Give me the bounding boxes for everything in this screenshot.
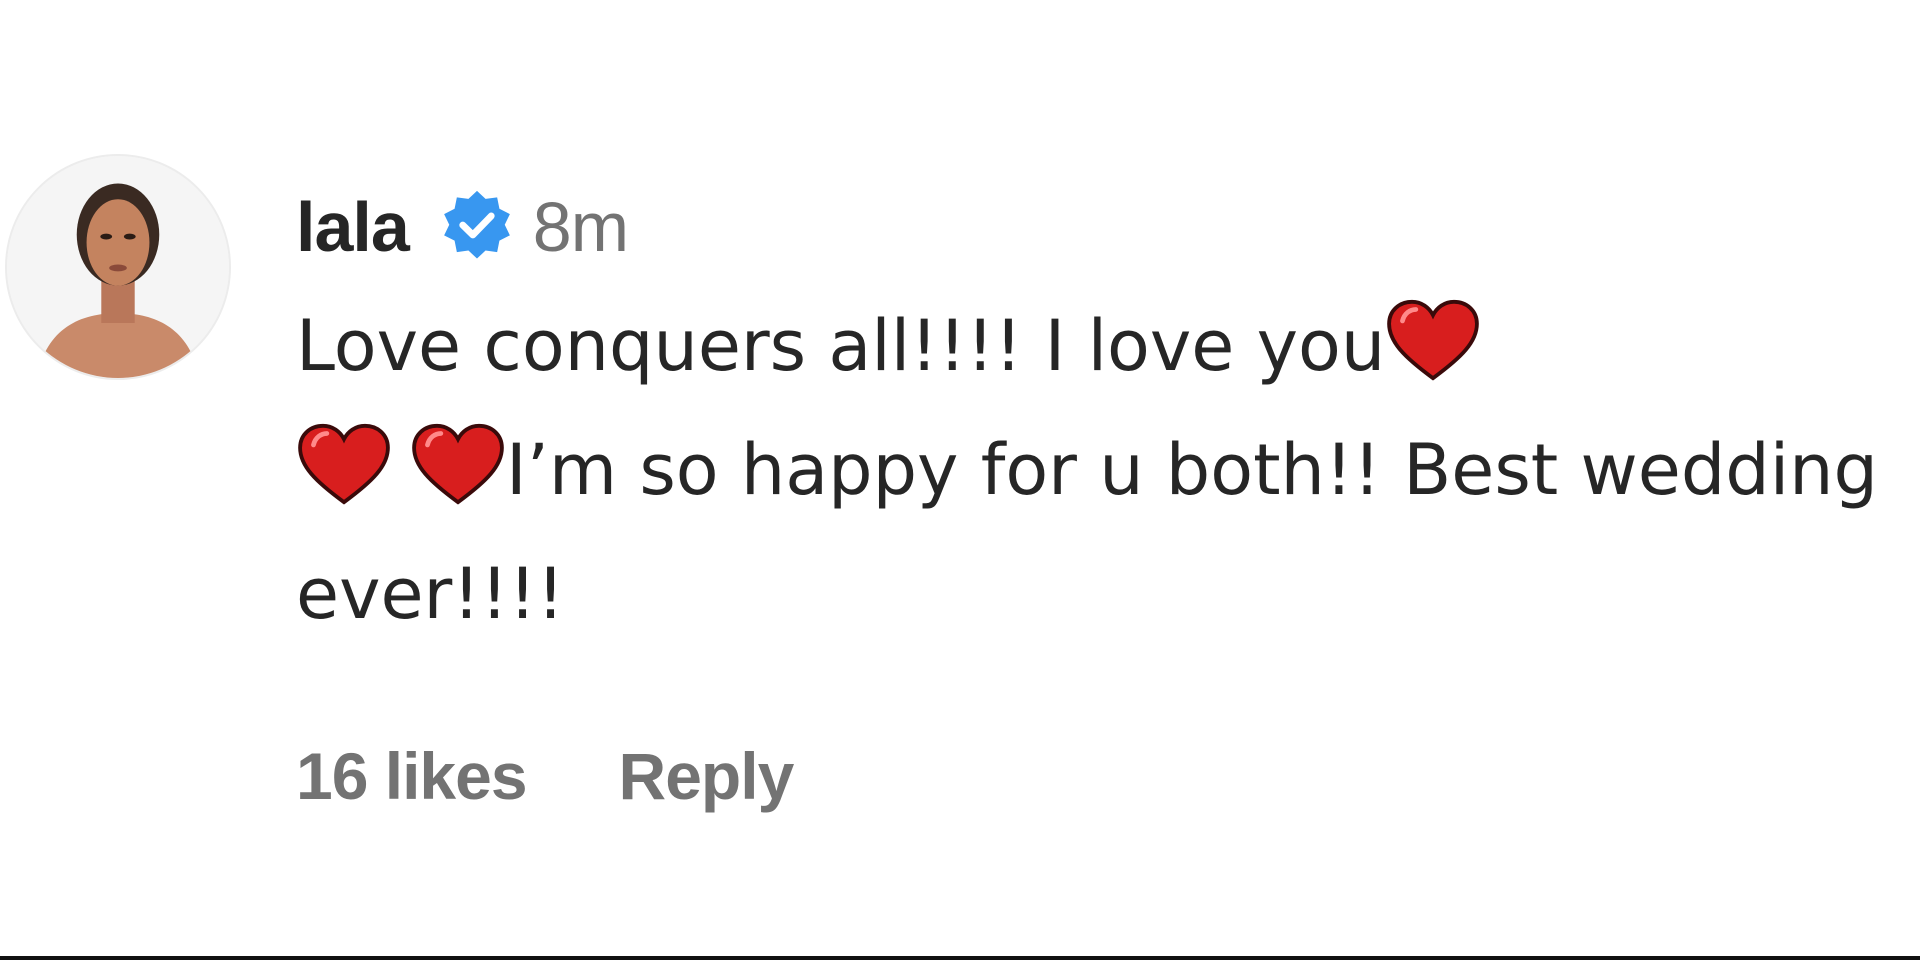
- comment-text-part2: I’m so happy for u both!! Best wedding e…: [296, 429, 1878, 635]
- avatar[interactable]: [5, 154, 231, 380]
- username[interactable]: lala: [296, 187, 410, 267]
- comment-content: lala 8m Love conquers all!!!! I love you…: [296, 172, 1896, 814]
- red-heart-emoji-icon: [1385, 298, 1481, 382]
- reply-button[interactable]: Reply: [619, 738, 795, 814]
- comment-text: Love conquers all!!!! I love you I’m so …: [296, 284, 1906, 656]
- comment: lala 8m Love conquers all!!!! I love you…: [0, 0, 1920, 960]
- comment-actions: 16 likes Reply: [296, 738, 1896, 814]
- comment-text-part1: Love conquers all!!!! I love you: [296, 305, 1386, 387]
- red-heart-emoji-icon: [410, 422, 506, 506]
- bottom-divider: [0, 956, 1920, 960]
- comment-header: lala 8m: [296, 172, 1896, 282]
- avatar-image: [7, 156, 229, 378]
- red-heart-emoji-icon: [296, 422, 392, 506]
- timestamp: 8m: [532, 188, 629, 266]
- verified-badge-icon: [439, 189, 515, 265]
- likes-count[interactable]: 16 likes: [296, 738, 528, 814]
